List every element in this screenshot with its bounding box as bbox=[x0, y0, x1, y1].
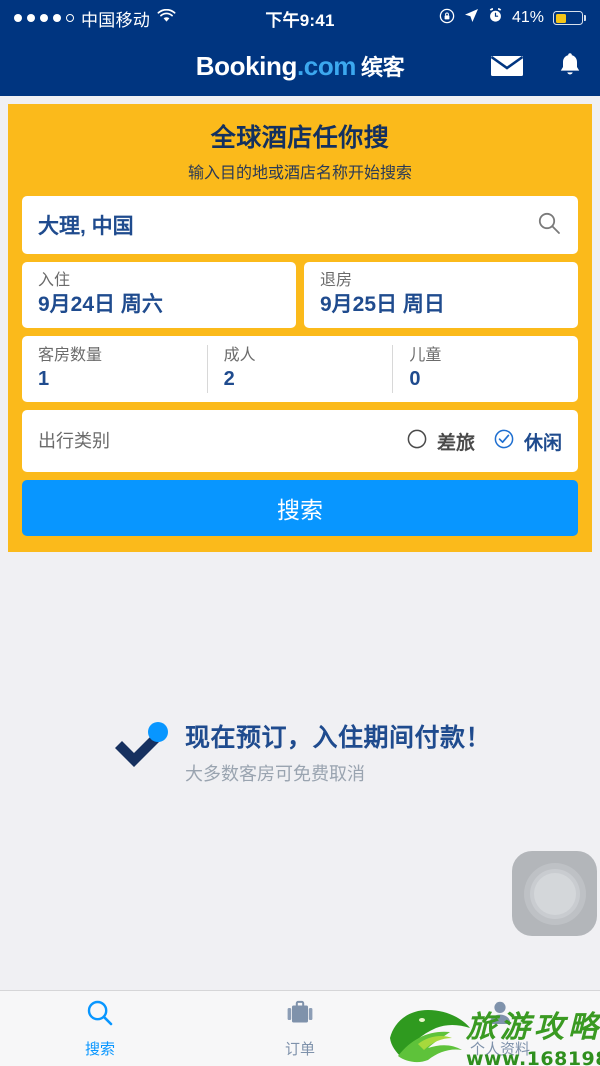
trip-type-business-option[interactable]: 差旅 bbox=[406, 428, 475, 455]
radio-selected-check-icon bbox=[493, 428, 515, 455]
radio-unselected-icon bbox=[406, 428, 428, 455]
header-actions bbox=[490, 52, 582, 80]
luggage-icon bbox=[285, 998, 315, 1033]
checkout-value: 9月25日 周日 bbox=[320, 293, 445, 317]
occupancy-field[interactable]: 客房数量 1 成人 2 儿童 0 bbox=[22, 336, 578, 402]
person-icon bbox=[485, 998, 515, 1033]
assistive-touch-ring-outer bbox=[523, 862, 586, 925]
app-header: Booking.com 缤客 bbox=[0, 36, 600, 96]
search-card: 全球酒店任你搜 输入目的地或酒店名称开始搜索 大理, 中国 入住 9月24日 周… bbox=[8, 104, 592, 552]
adults-value: 2 bbox=[223, 368, 235, 390]
checkout-field[interactable]: 退房 9月25日 周日 bbox=[304, 262, 578, 328]
promo-subtext: 大多数客房可免费取消 bbox=[184, 764, 365, 784]
tab-profile-label: 个人资料 bbox=[469, 1041, 530, 1058]
envelope-icon[interactable] bbox=[490, 54, 524, 78]
trip-type-field: 出行类别 差旅 休闲 bbox=[22, 410, 578, 472]
adults-label: 成人 bbox=[223, 347, 256, 364]
tab-profile[interactable]: 个人资料 bbox=[400, 998, 600, 1059]
app-root: 中国移动 下午9:41 41% Booking.com 缤客 全球酒店任你搜 输… bbox=[0, 0, 600, 1066]
carrier-label: 中国移动 bbox=[81, 10, 151, 30]
battery-percent-label: 41% bbox=[511, 9, 544, 26]
checkmark-dot-icon bbox=[109, 718, 171, 781]
assistive-touch-ring-inner bbox=[533, 872, 576, 915]
trip-type-options: 差旅 休闲 bbox=[406, 428, 562, 455]
brand-booking: Booking bbox=[195, 51, 298, 81]
rooms-value: 1 bbox=[38, 368, 50, 390]
brand-logo: Booking.com 缤客 bbox=[195, 50, 405, 82]
children-label: 儿童 bbox=[409, 347, 442, 364]
promo-banner: 现在预订，入住期间付款！ 大多数客房可免费取消 bbox=[0, 718, 600, 786]
tab-bookings[interactable]: 订单 bbox=[200, 998, 400, 1059]
checkin-value: 9月24日 周六 bbox=[38, 293, 163, 317]
bell-icon[interactable] bbox=[558, 52, 582, 80]
brand-chinese: 缤客 bbox=[361, 55, 405, 80]
rooms-label: 客房数量 bbox=[38, 347, 103, 364]
location-arrow-icon bbox=[464, 8, 479, 28]
tab-search[interactable]: 搜索 bbox=[0, 998, 200, 1059]
alarm-clock-icon bbox=[488, 8, 503, 28]
tab-search-label: 搜索 bbox=[84, 1041, 115, 1058]
adults-cell[interactable]: 成人 2 bbox=[206, 345, 393, 393]
assistive-touch-ring-mid bbox=[529, 868, 580, 919]
promo-text: 现在预订，入住期间付款！ 大多数客房可免费取消 bbox=[185, 718, 491, 786]
trip-type-business-label: 差旅 bbox=[436, 432, 475, 454]
search-button[interactable]: 搜索 bbox=[22, 480, 578, 536]
promo-headline: 现在预订，入住期间付款！ bbox=[184, 724, 491, 752]
assistive-touch-button[interactable] bbox=[512, 851, 597, 936]
destination-value: 大理, 中国 bbox=[38, 215, 134, 238]
checkin-field[interactable]: 入住 9月24日 周六 bbox=[22, 262, 296, 328]
rooms-cell[interactable]: 客房数量 1 bbox=[22, 345, 207, 393]
destination-field[interactable]: 大理, 中国 bbox=[22, 196, 578, 254]
signal-strength-icon bbox=[14, 14, 74, 22]
checkin-label: 入住 bbox=[38, 272, 71, 290]
children-cell[interactable]: 儿童 0 bbox=[392, 345, 578, 393]
status-bar-right: 41% bbox=[439, 8, 586, 29]
status-bar-left: 中国移动 bbox=[14, 6, 176, 31]
search-card-subtitle: 输入目的地或酒店名称开始搜索 bbox=[187, 165, 412, 182]
search-icon[interactable] bbox=[536, 210, 562, 241]
trip-type-label: 出行类别 bbox=[38, 430, 110, 451]
trip-type-leisure-option[interactable]: 休闲 bbox=[493, 428, 562, 455]
search-icon bbox=[85, 998, 115, 1033]
checkout-label: 退房 bbox=[320, 272, 353, 290]
brand-dotcom: .com bbox=[296, 51, 357, 81]
tab-bookings-label: 订单 bbox=[284, 1041, 315, 1058]
battery-icon bbox=[553, 11, 586, 25]
trip-type-leisure-label: 休闲 bbox=[523, 432, 562, 454]
wifi-icon bbox=[157, 8, 176, 28]
status-bar: 中国移动 下午9:41 41% bbox=[0, 0, 600, 36]
date-fields: 入住 9月24日 周六 退房 9月25日 周日 bbox=[22, 262, 578, 328]
search-card-title: 全球酒店任你搜 bbox=[210, 124, 390, 152]
rotation-lock-icon bbox=[439, 8, 455, 29]
bottom-tab-bar: 搜索 订单 个人资料 bbox=[0, 990, 600, 1066]
children-value: 0 bbox=[409, 368, 421, 390]
